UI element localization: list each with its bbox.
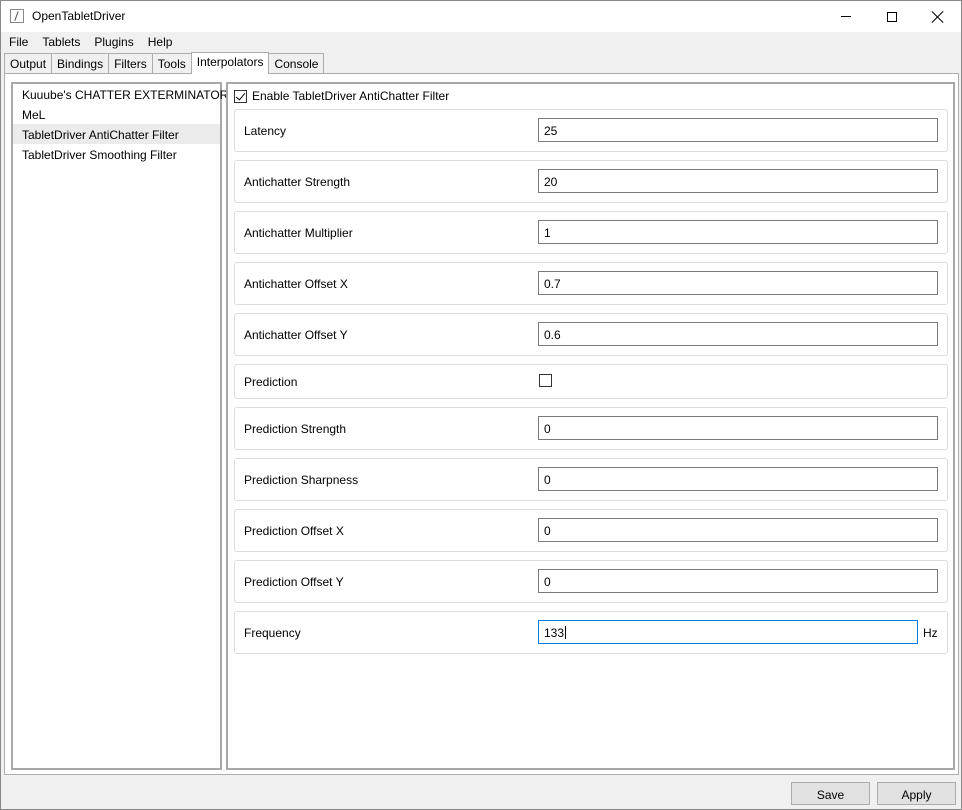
text-caret bbox=[565, 626, 567, 639]
setting-antichatter-offset-y: Antichatter Offset Y 0.6 bbox=[234, 313, 948, 356]
menu-plugins[interactable]: Plugins bbox=[87, 32, 140, 52]
close-icon bbox=[932, 11, 944, 23]
app-logo-icon bbox=[10, 9, 24, 23]
menu-help[interactable]: Help bbox=[141, 32, 180, 52]
prediction-offset-y-field[interactable]: 0 bbox=[538, 569, 938, 593]
setting-label: Prediction Strength bbox=[244, 422, 347, 436]
prediction-sharpness-field[interactable]: 0 bbox=[538, 467, 938, 491]
setting-antichatter-multiplier: Antichatter Multiplier 1 bbox=[234, 211, 948, 254]
prediction-offset-x-field[interactable]: 0 bbox=[538, 518, 938, 542]
setting-label: Latency bbox=[244, 124, 287, 138]
latency-field[interactable]: 25 bbox=[538, 118, 938, 142]
tab-strip: Output Bindings Filters Tools Interpolat… bbox=[4, 52, 325, 74]
enable-filter-label[interactable]: Enable TabletDriver AntiChatter Filter bbox=[252, 89, 449, 103]
plugin-list: Kuuube's CHATTER EXTERMINATOR MeL Tablet… bbox=[11, 82, 228, 770]
title-bar[interactable]: OpenTabletDriver bbox=[1, 1, 961, 32]
footer-bar: Save Apply bbox=[1, 775, 961, 809]
setting-prediction: Prediction bbox=[234, 364, 948, 399]
setting-label: Antichatter Offset Y bbox=[244, 328, 348, 342]
setting-prediction-sharpness: Prediction Sharpness 0 bbox=[234, 458, 948, 501]
setting-label: Prediction Sharpness bbox=[244, 473, 359, 487]
list-item[interactable]: TabletDriver Smoothing Filter bbox=[13, 144, 220, 164]
window-title: OpenTabletDriver bbox=[32, 9, 126, 23]
setting-antichatter-strength: Antichatter Strength 20 bbox=[234, 160, 948, 203]
setting-label: Antichatter Multiplier bbox=[244, 226, 353, 240]
antichatter-multiplier-field[interactable]: 1 bbox=[538, 220, 938, 244]
maximize-button[interactable] bbox=[869, 1, 915, 32]
tab-output[interactable]: Output bbox=[4, 53, 53, 73]
prediction-strength-field[interactable]: 0 bbox=[538, 416, 938, 440]
menu-bar: File Tablets Plugins Help bbox=[1, 32, 961, 52]
setting-label: Prediction bbox=[244, 375, 298, 389]
minimize-button[interactable] bbox=[823, 1, 869, 32]
setting-label: Frequency bbox=[244, 626, 301, 640]
tab-bindings[interactable]: Bindings bbox=[51, 53, 110, 73]
list-item-selected[interactable]: TabletDriver AntiChatter Filter bbox=[13, 124, 220, 144]
antichatter-offset-y-field[interactable]: 0.6 bbox=[538, 322, 938, 346]
setting-prediction-offset-x: Prediction Offset X 0 bbox=[234, 509, 948, 552]
menu-file[interactable]: File bbox=[1, 32, 35, 52]
menu-tablets[interactable]: Tablets bbox=[35, 32, 87, 52]
enable-row: Enable TabletDriver AntiChatter Filter bbox=[234, 89, 449, 103]
setting-label: Antichatter Offset X bbox=[244, 277, 348, 291]
enable-filter-checkbox[interactable] bbox=[234, 89, 247, 103]
minimize-icon bbox=[841, 16, 851, 17]
save-button[interactable]: Save bbox=[791, 782, 870, 805]
maximize-icon bbox=[887, 11, 897, 22]
setting-prediction-strength: Prediction Strength 0 bbox=[234, 407, 948, 450]
setting-label: Antichatter Strength bbox=[244, 175, 351, 189]
tab-console[interactable]: Console bbox=[268, 53, 325, 73]
prediction-checkbox[interactable] bbox=[539, 374, 552, 387]
setting-prediction-offset-y: Prediction Offset Y 0 bbox=[234, 560, 948, 603]
tab-interpolators[interactable]: Interpolators bbox=[190, 52, 270, 74]
frequency-field[interactable]: 133 bbox=[538, 620, 918, 644]
antichatter-offset-x-field[interactable]: 0.7 bbox=[538, 271, 938, 295]
setting-frequency: Frequency 133 Hz bbox=[234, 611, 948, 654]
list-item[interactable]: Kuuube's CHATTER EXTERMINATOR bbox=[13, 84, 228, 104]
frequency-value: 133 bbox=[544, 626, 565, 640]
frequency-unit: Hz bbox=[923, 626, 938, 640]
setting-label: Prediction Offset Y bbox=[244, 575, 344, 589]
setting-label: Prediction Offset X bbox=[244, 524, 344, 538]
interpolators-page: Kuuube's CHATTER EXTERMINATOR MeL Tablet… bbox=[4, 73, 959, 775]
tab-filters[interactable]: Filters bbox=[108, 53, 153, 73]
setting-antichatter-offset-x: Antichatter Offset X 0.7 bbox=[234, 262, 948, 305]
close-button[interactable] bbox=[915, 1, 961, 32]
antichatter-strength-field[interactable]: 20 bbox=[538, 169, 938, 193]
apply-button[interactable]: Apply bbox=[877, 782, 956, 805]
setting-latency: Latency 25 bbox=[234, 109, 948, 152]
tab-tools[interactable]: Tools bbox=[151, 53, 192, 73]
settings-panel: Enable TabletDriver AntiChatter Filter L… bbox=[226, 82, 955, 770]
app-window: OpenTabletDriver File Tablets Plugins He… bbox=[0, 0, 962, 810]
list-item[interactable]: MeL bbox=[13, 104, 220, 124]
